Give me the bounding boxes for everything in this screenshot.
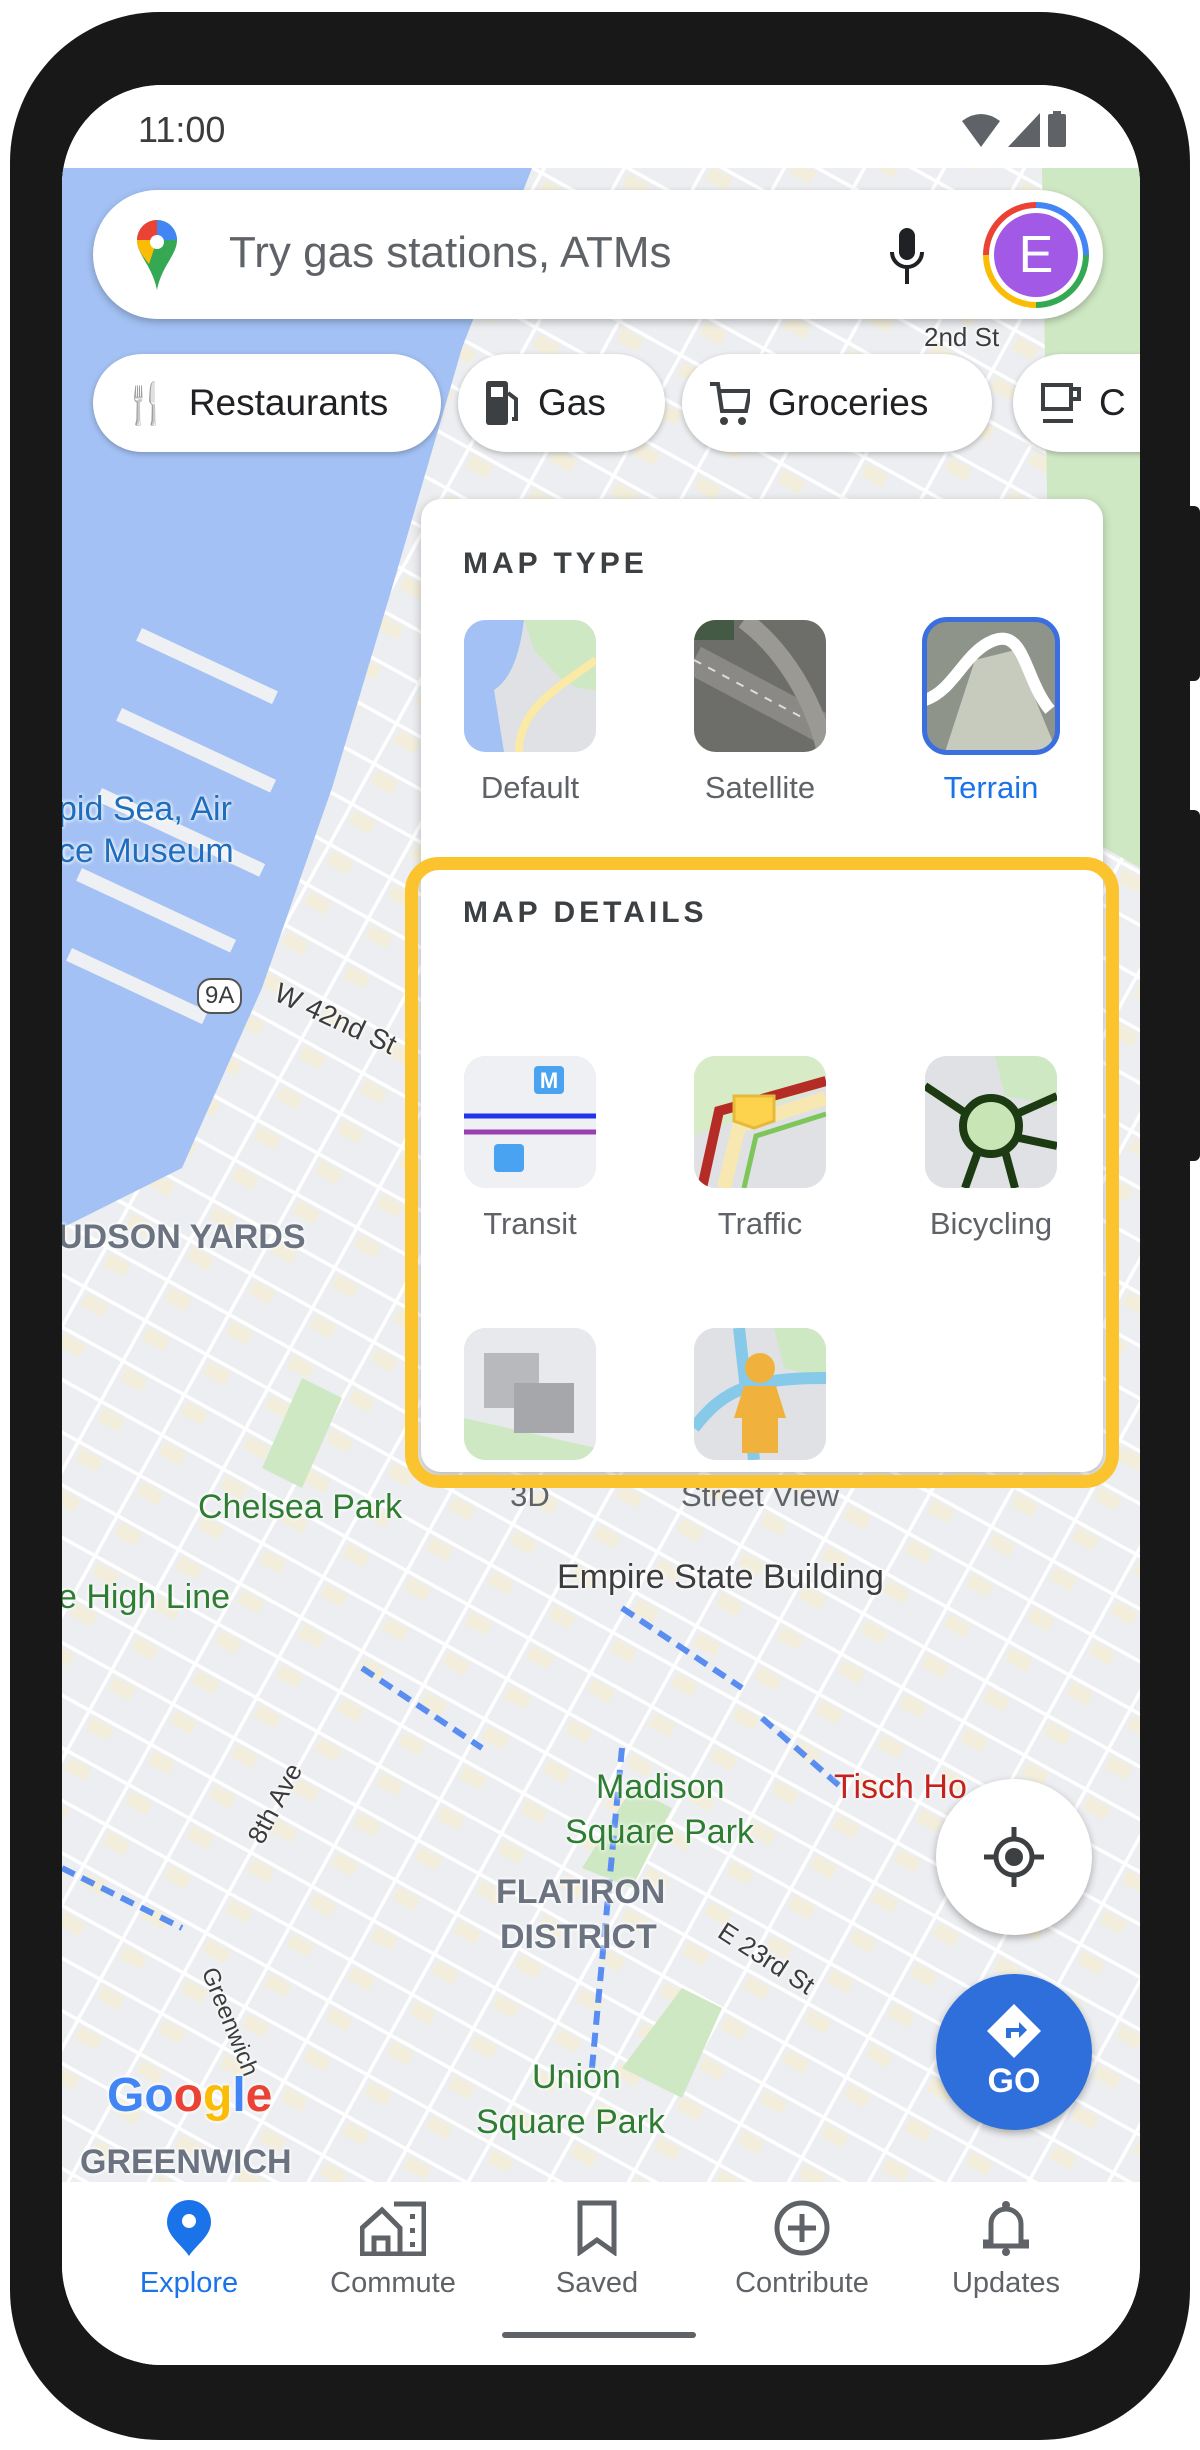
map-label[interactable]: Madison [596,1768,725,1807]
street-view-thumbnail [694,1328,826,1460]
map-label[interactable]: Union [532,2058,621,2097]
map-detail-street-view[interactable]: Street View [660,1328,860,1514]
status-bar: 11:00 [62,85,1140,168]
map-detail-traffic[interactable]: Traffic [660,1056,860,1242]
street-label: 2nd St [924,322,1000,352]
my-location-button[interactable] [936,1779,1092,1935]
chip-gas[interactable]: Gas [458,354,665,452]
map-type-satellite[interactable]: Satellite [660,620,860,806]
chip-coffee[interactable]: C [1013,354,1140,452]
default-thumbnail [464,620,596,752]
map-type-heading: MAP TYPE [463,547,648,580]
terrain-thumbnail [922,617,1060,755]
power-button [1184,506,1200,681]
add-circle-icon [774,2200,830,2256]
commute-icon [359,2201,427,2257]
volume-button [1184,810,1200,1161]
cart-icon [710,382,750,425]
map-details-heading: MAP DETAILS [463,896,708,929]
gas-pump-icon [486,381,518,425]
search-input[interactable]: Try gas stations, ATMs [229,228,672,278]
screen: 11:00 pid Sea, Air ce Museum W 42nd St 9… [62,85,1140,2365]
google-logo: Google [107,2069,273,2122]
account-avatar[interactable]: E [983,202,1089,308]
microphone-icon[interactable] [889,228,925,284]
nav-explore[interactable]: Explore [99,2200,279,2300]
nav-updates[interactable]: Updates [916,2200,1096,2300]
map-label[interactable]: Square Park [565,1813,754,1852]
map-label: UDSON YARDS [62,1218,306,1256]
map-label: GREENWICH [80,2143,292,2181]
satellite-thumbnail [694,620,826,752]
bell-icon [982,2201,1030,2256]
map-type-default[interactable]: Default [430,620,630,806]
transit-thumbnail: M [464,1056,596,1188]
battery-icon [1048,111,1066,147]
crosshair-icon [984,1827,1044,1887]
layers-panel: MAP TYPE Default Satellite Terrain MAP D… [421,499,1103,1513]
status-time: 11:00 [138,109,226,150]
map-label[interactable]: pid Sea, Air [62,790,232,829]
map-label[interactable]: Chelsea Park [198,1488,402,1527]
map-label: FLATIRON [496,1873,666,1911]
wifi-icon [962,114,1000,147]
coffee-icon [1041,383,1081,423]
go-button[interactable]: GO [936,1974,1092,2130]
map-label[interactable]: ce Museum [62,832,234,871]
chip-restaurants[interactable]: 🍴 Restaurants [93,354,441,452]
nav-saved[interactable]: Saved [507,2200,687,2300]
route-badge: 9A [197,978,243,1014]
fork-knife-icon: 🍴 [121,381,171,426]
search-bar[interactable]: Try gas stations, ATMs E [93,190,1103,319]
signal-icon [1008,113,1040,147]
bicycling-thumbnail [925,1056,1057,1188]
nav-commute[interactable]: Commute [303,2200,483,2300]
map-type-terrain[interactable]: Terrain [891,617,1091,806]
map-label[interactable]: Square Park [476,2103,665,2142]
bookmark-icon [577,2200,617,2257]
map-detail-bicycling[interactable]: Bicycling [891,1056,1091,1242]
map-detail-transit[interactable]: M Transit [430,1056,630,1242]
map-label: DISTRICT [500,1918,657,1956]
map-label[interactable]: Empire State Building [557,1558,884,1597]
map-label[interactable]: Tisch Ho [834,1768,967,1807]
nav-contribute[interactable]: Contribute [712,2200,892,2300]
map-label[interactable]: e High Line [62,1578,230,1617]
google-maps-logo-icon [137,220,177,290]
svg-text:M: M [540,1068,558,1093]
directions-icon [987,2003,1041,2058]
map-detail-3d[interactable]: 3D [430,1328,630,1514]
3d-thumbnail [464,1328,596,1460]
chip-groceries[interactable]: Groceries [682,354,992,452]
traffic-thumbnail [694,1056,826,1188]
pin-icon [167,2200,211,2256]
home-indicator[interactable] [502,2332,696,2338]
